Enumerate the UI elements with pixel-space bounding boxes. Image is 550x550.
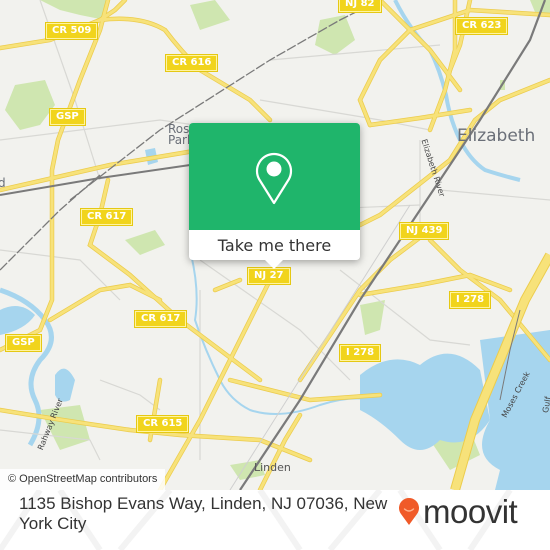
- place-label-linden: Linden: [254, 461, 291, 474]
- map-attribution[interactable]: © OpenStreetMap contributors: [0, 469, 166, 490]
- map[interactable]: CR 509 CR 616 NJ 82 CR 623 GSP CR 617 CR…: [0, 0, 550, 490]
- moovit-pin-icon: [399, 498, 419, 525]
- road-shield-i-278: I 278: [338, 344, 382, 362]
- road-shield-i-278: I 278: [448, 291, 492, 309]
- road-shield-gsp: GSP: [5, 334, 42, 352]
- road-shield-cr-623: CR 623: [454, 17, 509, 35]
- road-shield-cr-617: CR 617: [133, 310, 188, 328]
- take-me-there-button[interactable]: Take me there: [189, 230, 360, 260]
- road-shield-nj-82: NJ 82: [338, 0, 382, 13]
- place-label-elizabeth: Elizabeth: [457, 126, 536, 146]
- moovit-wordmark: moovit: [423, 493, 518, 530]
- road-shield-cr-616: CR 616: [164, 54, 219, 72]
- moovit-logo[interactable]: moovit: [398, 493, 518, 530]
- water-label-gulf: Gulf: [541, 395, 550, 414]
- address-text: 1135 Bishop Evans Way, Linden, NJ 07036,…: [19, 494, 388, 533]
- popup-header: [189, 123, 360, 230]
- road-shield-cr-615: CR 615: [135, 415, 190, 433]
- place-label-partial: d: [0, 176, 6, 190]
- road-shield-gsp: GSP: [49, 108, 86, 126]
- road-shield-cr-617: CR 617: [79, 208, 134, 226]
- road-shield-nj-27: NJ 27: [247, 267, 291, 285]
- popup-tail: [265, 260, 283, 269]
- location-popup[interactable]: Take me there: [189, 123, 360, 269]
- road-shield-nj-439: NJ 439: [398, 222, 450, 240]
- footer: 1135 Bishop Evans Way, Linden, NJ 07036,…: [0, 490, 550, 550]
- road-shield-cr-509: CR 509: [44, 22, 99, 40]
- map-pin-icon: [255, 152, 293, 205]
